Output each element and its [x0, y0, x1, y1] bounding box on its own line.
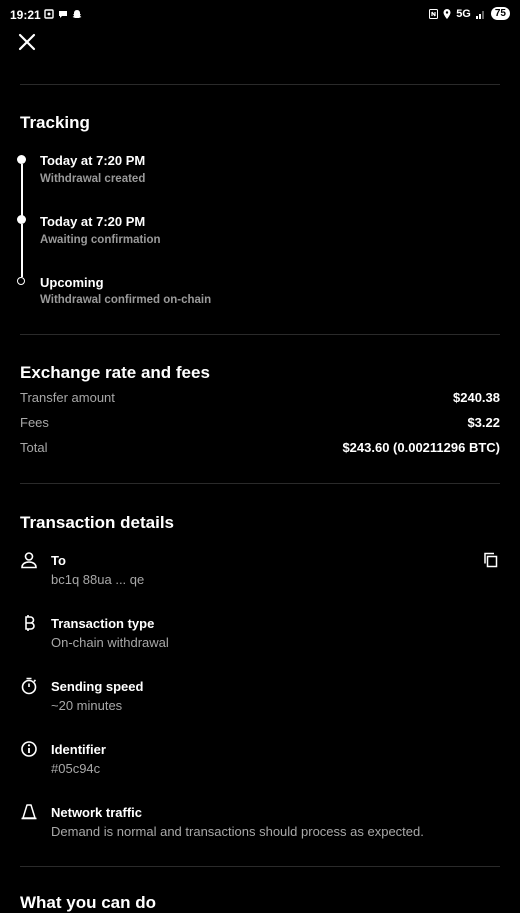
tracking-step-title: Today at 7:20 PM [40, 153, 146, 168]
fee-row-label: Total [20, 440, 48, 455]
detail-title: Sending speed [51, 679, 144, 694]
close-icon[interactable] [16, 31, 38, 53]
fee-row-value: $240.38 [453, 390, 500, 405]
fee-row-label: Fees [20, 415, 49, 430]
what-you-can-do-title: What you can do [20, 893, 156, 912]
copy-icon[interactable] [482, 551, 500, 569]
detail-value: ~20 minutes [51, 698, 123, 713]
details-title: Transaction details [20, 513, 174, 532]
stopwatch-icon [21, 677, 37, 695]
divider [20, 866, 500, 867]
person-icon [21, 552, 37, 569]
fee-row-label: Transfer amount [20, 390, 115, 405]
screenshot-icon [44, 9, 54, 19]
tracking-title: Tracking [20, 113, 90, 132]
detail-title: Transaction type [51, 616, 155, 631]
tracking-step-title: Upcoming [40, 275, 104, 290]
fee-row-value: $243.60 (0.00211296 BTC) [342, 440, 500, 455]
tracking-step-title: Today at 7:20 PM [40, 214, 146, 229]
detail-value: bc1q 88ua ... qe [51, 572, 145, 587]
status-bar: 19:21 5G 75 [0, 0, 520, 30]
detail-title: To [51, 553, 66, 568]
snapchat-icon [72, 10, 82, 18]
timeline-line [21, 224, 23, 277]
tracking-step-subtitle: Awaiting confirmation [40, 234, 161, 246]
timeline-line [21, 164, 23, 216]
traffic-cone-icon [21, 804, 37, 820]
detail-value: On-chain withdrawal [51, 635, 169, 650]
detail-value: #05c94c [51, 761, 101, 776]
timeline-dot [17, 155, 26, 164]
detail-title: Identifier [51, 742, 106, 757]
chat-icon [59, 11, 67, 18]
detail-value: Demand is normal and transactions should… [51, 824, 424, 839]
exchange-title: Exchange rate and fees [20, 363, 210, 382]
status-right: 5G 75 [429, 7, 510, 20]
detail-title: Network traffic [51, 805, 143, 820]
nfc-icon [429, 8, 439, 19]
status-time: 19:21 [10, 8, 41, 22]
timeline-dot [17, 215, 26, 224]
timeline-dot-upcoming [17, 277, 25, 285]
location-icon [443, 8, 451, 19]
divider [20, 483, 500, 484]
signal-icon [475, 10, 484, 19]
bitcoin-icon [25, 615, 35, 631]
tracking-step-subtitle: Withdrawal confirmed on-chain [40, 294, 212, 306]
info-icon [21, 741, 37, 757]
divider [20, 84, 500, 85]
tracking-step-subtitle: Withdrawal created [40, 173, 146, 185]
network-type: 5G [456, 7, 471, 20]
fee-row-value: $3.22 [467, 415, 500, 430]
battery-level: 75 [490, 7, 510, 20]
divider [20, 334, 500, 335]
